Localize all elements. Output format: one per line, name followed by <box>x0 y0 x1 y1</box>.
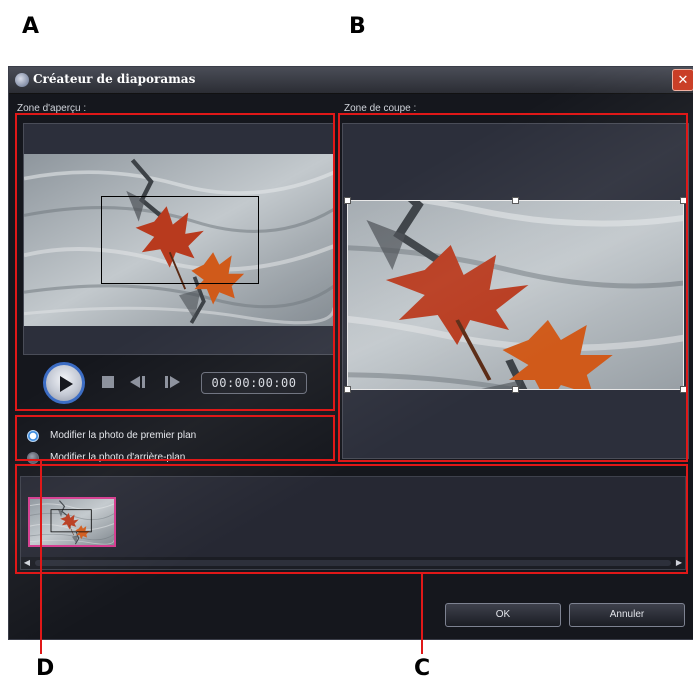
title-bar: Créateur de diaporamas ✕ <box>9 67 693 94</box>
highlight-box-a <box>15 113 335 411</box>
highlight-box-c <box>15 464 688 574</box>
callout-d: D <box>36 656 55 681</box>
window-title: Créateur de diaporamas <box>33 72 196 86</box>
leader-line-c <box>421 574 423 654</box>
callout-a: A <box>22 14 40 39</box>
highlight-box-b <box>338 113 688 462</box>
ok-button[interactable]: OK <box>445 603 561 627</box>
cancel-button[interactable]: Annuler <box>569 603 685 627</box>
close-button[interactable]: ✕ <box>672 69 693 91</box>
leader-line-d <box>40 460 42 654</box>
highlight-box-d <box>15 415 335 461</box>
app-icon <box>15 73 29 87</box>
callout-b: B <box>349 14 366 39</box>
callout-c: C <box>414 656 431 681</box>
